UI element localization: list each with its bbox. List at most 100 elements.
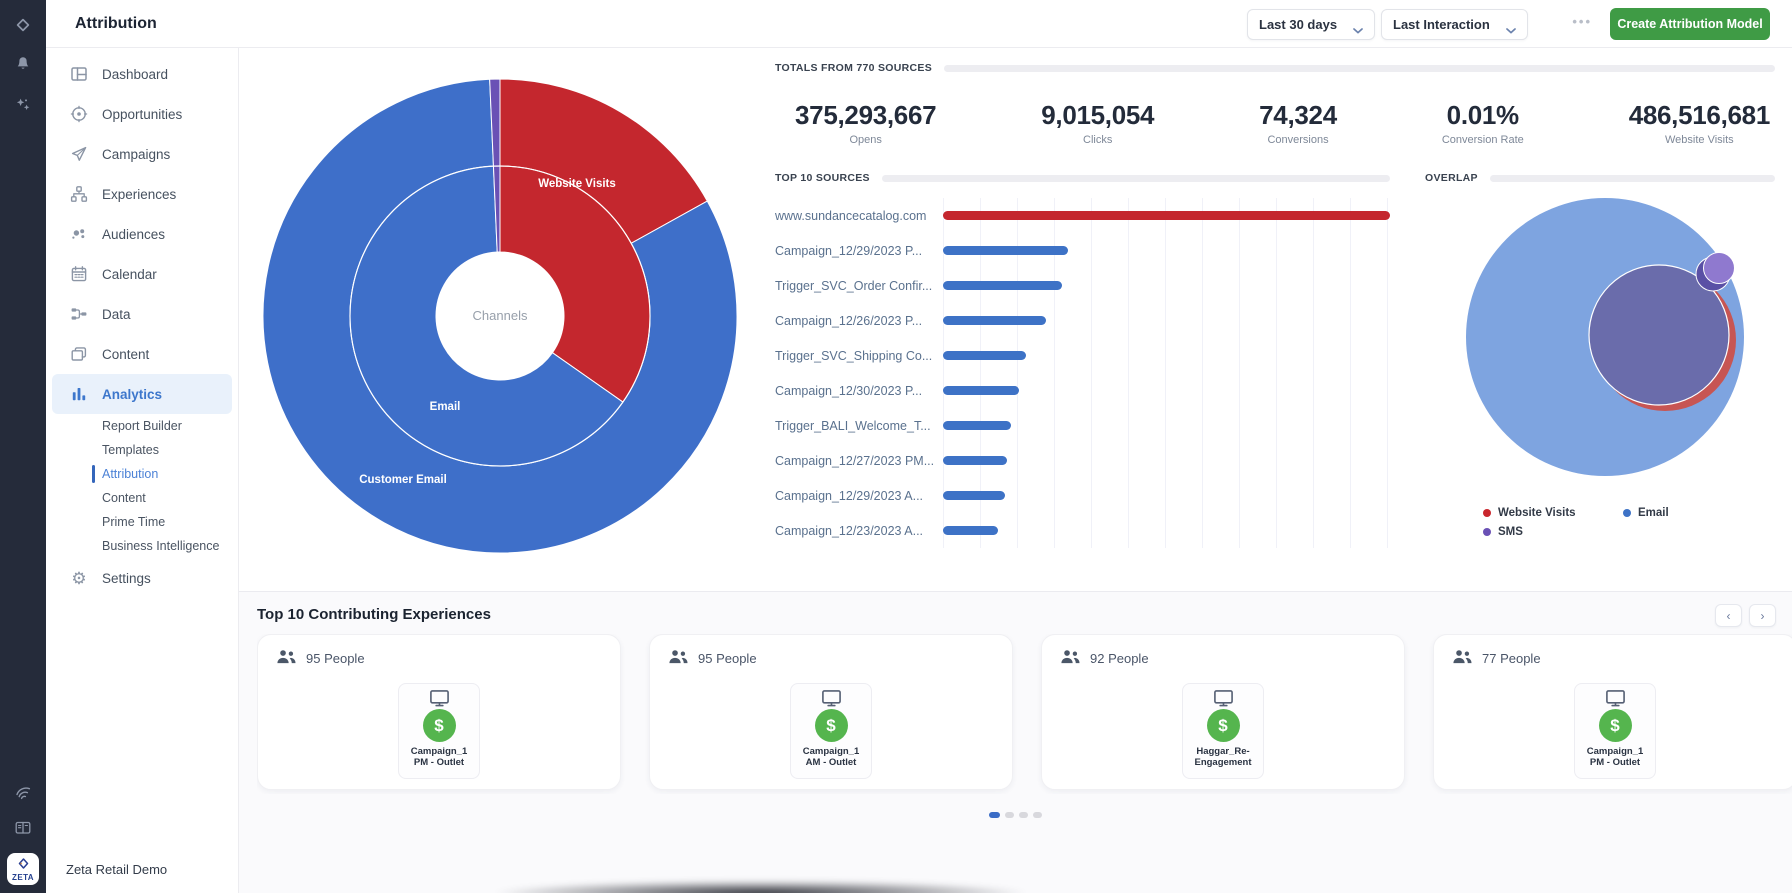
source-bar[interactable] [943,526,998,535]
source-bar[interactable] [943,421,1011,430]
source-label[interactable]: Campaign_12/29/2023 P... [775,244,943,258]
source-bar[interactable] [943,351,1026,360]
experience-card-2[interactable]: 95 People $Campaign_1 AM - Outlet [649,634,1013,790]
zeta-diamond-icon[interactable] [0,8,46,42]
carousel-pagination [239,812,1792,818]
attribution-model-value: Last Interaction [1393,17,1490,32]
experience-node[interactable]: $Campaign_1 PM - Outlet [398,683,480,779]
legend-item-sms[interactable]: SMS [1483,522,1605,541]
dollar-conversion-icon: $ [1207,709,1240,742]
create-attribution-model-button[interactable]: Create Attribution Model [1610,8,1770,40]
chevron-right-icon: › [1761,609,1765,623]
sparkles-icon[interactable] [0,88,46,122]
experience-card-1[interactable]: 95 People$Campaign_1 PM - Outlet [257,634,621,790]
legend-dot [1623,509,1631,517]
sidebar-item-label: Experiences [102,187,176,202]
dollar-conversion-icon: $ [815,709,848,742]
source-bar[interactable] [943,316,1046,325]
pagination-dot-2[interactable] [1005,812,1014,818]
submenu-item-report-builder[interactable]: Report Builder [46,414,238,438]
channels-sunburst-chart[interactable]: Website VisitsEmailCustomer EmailChannel… [260,76,740,556]
sidebar-item-campaigns[interactable]: Campaigns [52,134,232,174]
attribution-model-select[interactable]: Last Interaction [1381,9,1528,40]
stat-label: Website Visits [1629,134,1770,146]
sidebar-item-settings[interactable]: ⚙Settings [52,558,232,598]
sidebar-item-calendar[interactable]: Calendar [52,254,232,294]
carousel-next-button[interactable]: › [1749,604,1776,627]
experience-node[interactable]: $Campaign_1 PM - Outlet [1574,683,1656,779]
carousel-prev-button[interactable]: ‹ [1715,604,1742,627]
overlap-section-header: OVERLAP [1425,172,1775,184]
stat-label: Opens [795,134,936,146]
sidebar: Dashboard Opportunities Campaigns Experienc… [46,48,239,893]
pagination-dot-4[interactable] [1033,812,1042,818]
experience-card-4[interactable]: 77 People$Campaign_1 PM - Outlet [1433,634,1792,790]
stat-label: Clicks [1041,134,1154,146]
source-bar[interactable] [943,211,1390,220]
overlap-heading: OVERLAP [1425,172,1478,184]
source-bar[interactable] [943,456,1007,465]
people-icon [276,649,297,667]
source-label[interactable]: Campaign_12/27/2023 PM... [775,454,943,468]
monitor-icon [429,689,450,706]
source-bar[interactable] [943,281,1062,290]
sidebar-item-audiences[interactable]: Audiences [52,214,232,254]
source-label[interactable]: Trigger_BALI_Welcome_T... [775,419,943,433]
overlap-venn-chart[interactable] [1455,198,1765,483]
signal-icon[interactable] [0,775,46,809]
experience-card-3[interactable]: 92 People$Haggar_Re- Engagement [1041,634,1405,790]
experience-node-label: Campaign_1 PM - Outlet [1587,746,1644,769]
people-count-label: 95 People [698,651,757,666]
zeta-logo[interactable]: ZETA [7,853,39,885]
submenu-item-prime-time[interactable]: Prime Time [46,510,238,534]
totals-stats-row: 375,293,667Opens9,015,054Clicks74,324Con… [795,100,1770,146]
top-sources-heading: TOP 10 SOURCES [775,172,870,184]
legend-item-email[interactable]: Email [1623,503,1669,522]
notifications-bell-icon[interactable] [0,47,46,81]
source-label[interactable]: Campaign_12/30/2023 P... [775,384,943,398]
data-icon [70,305,88,323]
source-label[interactable]: Trigger_SVC_Shipping Co... [775,349,943,363]
sidebar-item-dashboard[interactable]: Dashboard [52,54,232,94]
experience-node[interactable]: $Haggar_Re- Engagement [1182,683,1264,779]
date-range-select[interactable]: Last 30 days [1247,9,1375,40]
experience-node[interactable]: $Campaign_1 AM - Outlet [790,683,872,779]
source-row: Trigger_SVC_Shipping Co... [775,338,1390,373]
source-bar-zone [943,456,1390,465]
more-options-button[interactable]: ••• [1572,14,1592,29]
source-bar-zone [943,246,1390,255]
source-label[interactable]: Trigger_SVC_Order Confir... [775,279,943,293]
sidebar-item-label: Opportunities [102,107,182,122]
legend-label: Email [1638,507,1669,519]
source-label[interactable]: Campaign_12/26/2023 P... [775,314,943,328]
submenu-item-attribution[interactable]: Attribution [46,462,238,486]
experience-cards-row: 95 People$Campaign_1 PM - Outlet95 Peopl… [257,634,1792,794]
venn-sms-circle[interactable] [1704,253,1735,284]
pagination-dot-3[interactable] [1019,812,1028,818]
people-icon [1452,649,1473,667]
sidebar-item-content[interactable]: Content [52,334,232,374]
top-sources-chart: www.sundancecatalog.com Campaign_12/29/20… [775,198,1390,548]
pagination-dot-1[interactable] [989,812,1000,818]
source-bar[interactable] [943,386,1019,395]
sunburst-center-label: Channels [473,308,528,323]
submenu-item-business-intelligence[interactable]: Business Intelligence [46,534,238,558]
source-label[interactable]: www.sundancecatalog.com [775,209,943,223]
knowledge-book-icon[interactable] [0,811,46,845]
stat-value: 486,516,681 [1629,100,1770,131]
legend-item-website-visits[interactable]: Website Visits [1483,503,1605,522]
sidebar-item-label: Data [102,307,131,322]
sidebar-item-opportunities[interactable]: Opportunities [52,94,232,134]
workspace-name[interactable]: Zeta Retail Demo [66,862,167,877]
source-bar[interactable] [943,491,1005,500]
source-bar[interactable] [943,246,1068,255]
submenu-item-content[interactable]: Content [46,486,238,510]
source-bar-zone [943,526,1390,535]
people-icon [668,649,689,667]
source-label[interactable]: Campaign_12/29/2023 A... [775,489,943,503]
submenu-item-templates[interactable]: Templates [46,438,238,462]
sidebar-item-analytics[interactable]: Analytics [52,374,232,414]
source-label[interactable]: Campaign_12/23/2023 A... [775,524,943,538]
sidebar-item-data[interactable]: Data [52,294,232,334]
sidebar-item-experiences[interactable]: Experiences [52,174,232,214]
